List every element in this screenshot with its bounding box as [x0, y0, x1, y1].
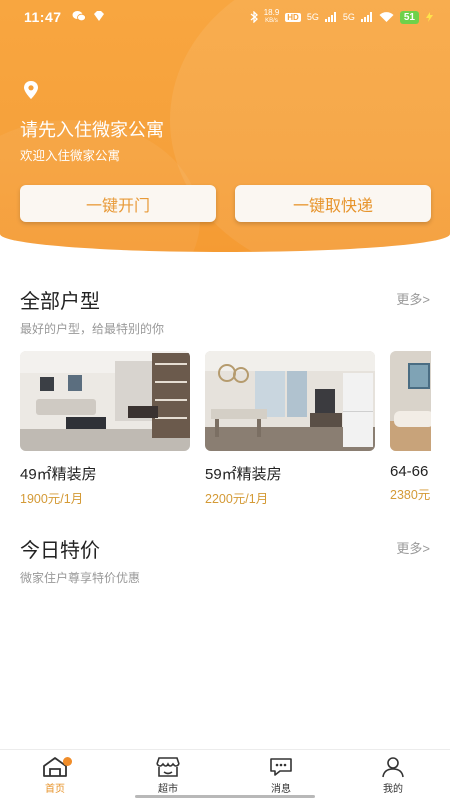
unit-name: 49㎡精装房 [20, 466, 97, 483]
bottom-tab-bar: 首页 超市 消息 我的 [0, 749, 450, 800]
today-deals-subtitle: 微家住户尊享特价优惠 [20, 571, 141, 585]
status-indicators: 18.9 KB/s HD 5G 5G 51 [250, 8, 434, 24]
wechat-icon [72, 11, 86, 22]
all-units-title: 全部户型 [20, 291, 100, 313]
header-banner: 11:47 18.9 KB/s HD 5G 5G 51 请先入住微家公寓 欢迎入… [0, 0, 450, 252]
tab-messages[interactable]: 消息 [251, 756, 311, 795]
bluetooth-icon [250, 11, 258, 23]
today-deals-title: 今日特价 [20, 540, 100, 562]
charging-icon [426, 12, 433, 22]
status-time: 11:47 [24, 9, 62, 25]
store-icon [156, 757, 180, 777]
signal-icon [324, 12, 336, 22]
pickup-parcel-button[interactable]: 一键取快递 [235, 185, 431, 222]
apartment-title: 请先入住微家公寓 [20, 120, 164, 140]
unit-price: 2200元/1月 [205, 492, 269, 506]
open-door-button[interactable]: 一键开门 [20, 185, 216, 222]
unit-name: 64-66 [390, 463, 429, 480]
unit-name: 59㎡精装房 [205, 466, 282, 483]
notification-dot [63, 757, 72, 766]
tab-label: 消息 [271, 784, 291, 795]
unit-card[interactable]: 64-66 2380元 [390, 351, 431, 503]
unit-photo [205, 351, 375, 451]
tab-market[interactable]: 超市 [138, 756, 198, 795]
today-deals-more-link[interactable]: 更多> [396, 538, 430, 557]
network-type-2: 5G [342, 12, 355, 22]
battery-level: 51 [399, 10, 419, 24]
apartment-subtitle: 欢迎入住微家公寓 [20, 149, 121, 163]
unit-photo [390, 351, 431, 451]
network-type-1: 5G [306, 12, 319, 22]
wifi-icon [379, 11, 394, 22]
tab-label: 首页 [45, 784, 65, 795]
user-icon [382, 757, 404, 778]
unit-photo [20, 351, 190, 451]
chat-bubble-icon [270, 758, 292, 776]
unit-price: 2380元 [390, 488, 431, 502]
unit-card[interactable]: 49㎡精装房 1900元/1月 [20, 351, 190, 506]
unit-card-list[interactable]: 49㎡精装房 1900元/1月 59㎡精装房 2200元/1月 64-66 23… [20, 351, 431, 506]
network-speed: 18.9 [263, 8, 280, 17]
hd-badge: HD [285, 12, 301, 22]
status-bar: 11:47 18.9 KB/s HD 5G 5G 51 [0, 0, 450, 34]
unit-price: 1900元/1月 [20, 492, 84, 506]
tab-profile[interactable]: 我的 [363, 756, 423, 795]
tab-label: 我的 [383, 784, 403, 795]
gesture-bar[interactable] [135, 795, 315, 798]
all-units-more-link[interactable]: 更多> [396, 289, 430, 308]
tab-label: 超市 [158, 784, 178, 795]
diamond-app-icon [94, 11, 104, 21]
signal-icon-2 [360, 12, 372, 22]
location-pin-icon[interactable] [22, 80, 40, 100]
network-speed-unit: KB/s [265, 18, 278, 24]
tab-home[interactable]: 首页 [25, 756, 85, 795]
unit-card[interactable]: 59㎡精装房 2200元/1月 [205, 351, 375, 506]
all-units-subtitle: 最好的户型，给最特别的你 [20, 322, 165, 336]
